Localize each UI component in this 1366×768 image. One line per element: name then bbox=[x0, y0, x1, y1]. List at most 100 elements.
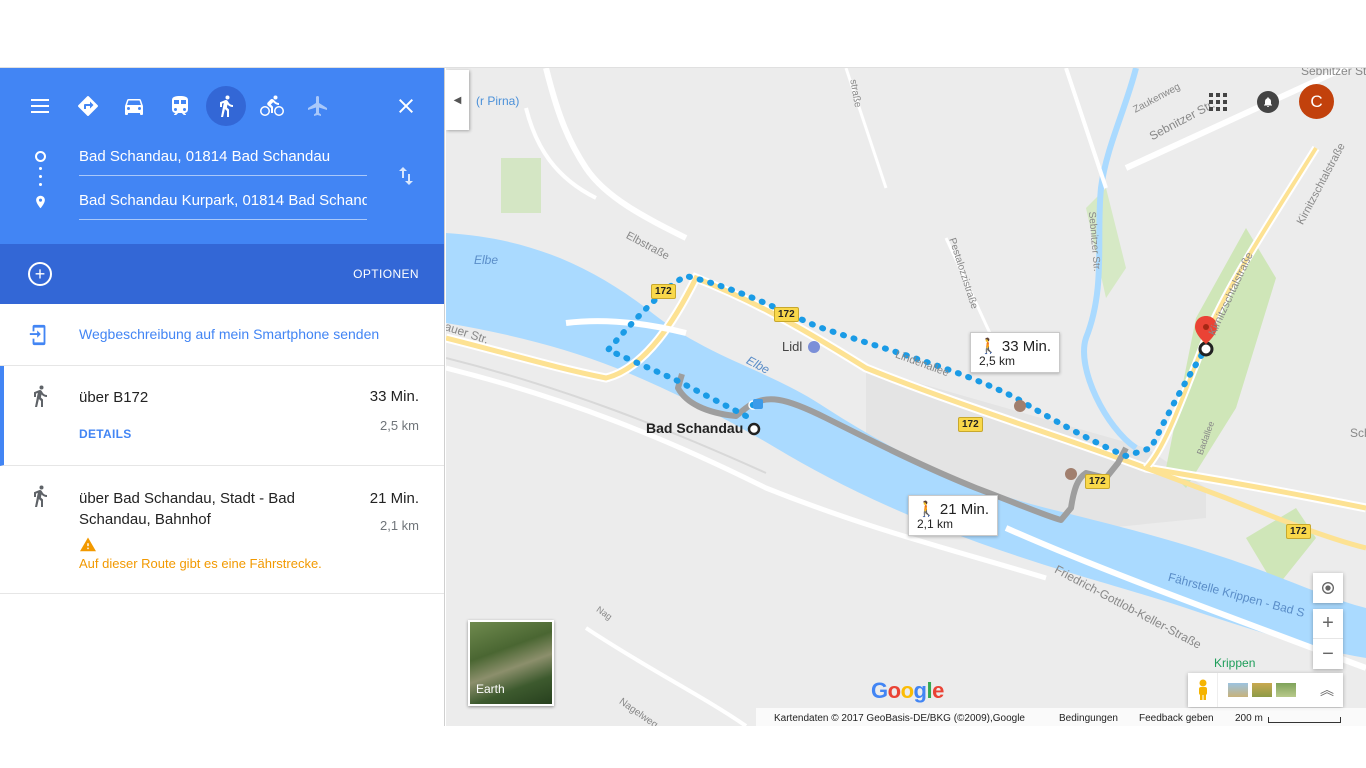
directions-header: Bad Schandau, 01814 Bad Schandau Bad Sch… bbox=[0, 68, 444, 244]
route-box-time: 🚶 21 Min. bbox=[917, 500, 989, 518]
map-label: Sch bbox=[1350, 426, 1366, 440]
options-bar: + OPTIONEN bbox=[0, 244, 444, 304]
route-box-duration: 21 Min. bbox=[939, 501, 990, 518]
road-shield-172: 172 bbox=[1085, 474, 1110, 489]
route-box-distance: 2,5 km bbox=[979, 354, 1016, 368]
logo-letter: o bbox=[887, 678, 901, 703]
route-option-2[interactable]: über Bad Schandau, Stadt - Bad Schandau,… bbox=[0, 466, 444, 594]
zoom-control: + − bbox=[1313, 609, 1343, 669]
zoom-out-button[interactable]: − bbox=[1313, 639, 1343, 669]
scale-label: 200 m bbox=[1235, 713, 1263, 724]
earth-label: Earth bbox=[476, 682, 505, 696]
map-canvas[interactable]: ◀ (r Pirna) Sebnitzer Str. Zaukenweg Seb… bbox=[446, 68, 1366, 726]
train-icon bbox=[172, 96, 188, 115]
map-footer: Kartendaten © 2017 GeoBasis-DE/BKG (©200… bbox=[446, 708, 1366, 726]
ferry-warning-text: Auf dieser Route gibt es eine Fährstreck… bbox=[79, 556, 322, 571]
map-attribution: Kartendaten © 2017 GeoBasis-DE/BKG (©200… bbox=[774, 713, 1025, 724]
route-dot bbox=[39, 183, 42, 186]
map-label: Sebnitzer Str. bbox=[1301, 68, 1366, 78]
notifications-bell-icon[interactable] bbox=[1257, 91, 1279, 113]
road-shield-172: 172 bbox=[774, 307, 799, 322]
menu-button[interactable] bbox=[20, 86, 60, 126]
map-label: Elbe bbox=[474, 253, 499, 267]
collapse-panel-button[interactable]: ◀ bbox=[446, 70, 469, 130]
google-maps-window: Bad Schandau, 01814 Bad Schandau Bad Sch… bbox=[0, 0, 1366, 768]
walking-icon bbox=[28, 484, 52, 508]
route-title: über Bad Schandau, Stadt - Bad Schandau,… bbox=[79, 490, 295, 528]
route-box-walk-33[interactable]: 🚶 33 Min. 2,5 km bbox=[970, 332, 1061, 373]
origin-input[interactable]: Bad Schandau, 01814 Bad Schandau bbox=[79, 146, 367, 176]
imagery-thumb[interactable] bbox=[1228, 683, 1248, 697]
add-destination-icon[interactable]: + bbox=[28, 262, 52, 286]
my-location-button[interactable] bbox=[1313, 573, 1343, 603]
destination-input[interactable]: Bad Schandau Kurpark, 01814 Bad Schandau bbox=[79, 190, 367, 220]
map-label: Lidl bbox=[782, 339, 803, 354]
my-location-icon bbox=[1322, 582, 1334, 594]
close-directions-button[interactable] bbox=[386, 86, 426, 126]
map-label: Bad Schandau bbox=[646, 420, 744, 436]
send-to-phone-row[interactable]: Wegbeschreibung auf mein Smartphone send… bbox=[0, 304, 444, 366]
apps-grid-icon[interactable] bbox=[1208, 92, 1228, 112]
mode-cycling-button[interactable] bbox=[252, 86, 292, 126]
mode-best-button[interactable] bbox=[68, 86, 108, 126]
menu-icon bbox=[31, 99, 49, 113]
logo-letter: g bbox=[913, 678, 927, 703]
map-graphics bbox=[446, 68, 1366, 726]
walking-icon bbox=[220, 95, 233, 117]
pegman-button[interactable] bbox=[1188, 673, 1218, 707]
car-icon bbox=[125, 99, 143, 115]
google-logo: Google bbox=[871, 678, 944, 704]
directions-diamond-icon bbox=[78, 96, 98, 116]
destination-pin-icon bbox=[36, 195, 45, 209]
map-label: (r Pirna) bbox=[476, 94, 520, 108]
warning-icon bbox=[80, 537, 96, 552]
mode-transit-button[interactable] bbox=[160, 86, 200, 126]
walking-icon bbox=[28, 384, 52, 408]
walking-icon: 🚶 bbox=[979, 338, 998, 355]
route-distance: 2,5 km bbox=[379, 418, 419, 433]
route-box-time: 🚶 33 Min. bbox=[979, 337, 1051, 355]
logo-letter: G bbox=[871, 678, 888, 703]
directions-sidebar: Bad Schandau, 01814 Bad Schandau Bad Sch… bbox=[0, 68, 445, 726]
scale-bar bbox=[1268, 717, 1341, 723]
origin-circle-icon bbox=[35, 151, 46, 162]
route-distance: 2,1 km bbox=[379, 518, 419, 533]
expand-imagery-icon[interactable]: ︽ bbox=[1320, 680, 1334, 700]
route-title: über B172 bbox=[79, 389, 149, 406]
close-icon bbox=[399, 99, 413, 113]
imagery-thumb[interactable] bbox=[1276, 683, 1296, 697]
walking-icon: 🚶 bbox=[917, 501, 936, 518]
mode-driving-button[interactable] bbox=[114, 86, 154, 126]
terms-link[interactable]: Bedingungen bbox=[1059, 713, 1118, 724]
swap-icon[interactable] bbox=[394, 164, 418, 188]
zoom-in-button[interactable]: + bbox=[1313, 609, 1343, 639]
browser-top-blank bbox=[0, 0, 1366, 68]
route-box-walk-21[interactable]: 🚶 21 Min. 2,1 km bbox=[908, 495, 999, 536]
airplane-icon bbox=[308, 96, 327, 116]
bicycle-icon bbox=[260, 95, 284, 116]
send-to-phone-link[interactable]: Wegbeschreibung auf mein Smartphone send… bbox=[79, 326, 379, 342]
earth-view-toggle[interactable]: Earth bbox=[468, 620, 554, 706]
options-button[interactable]: OPTIONEN bbox=[353, 267, 419, 281]
imagery-strip: ︽ bbox=[1188, 673, 1343, 707]
logo-letter: e bbox=[932, 678, 944, 703]
route-dot bbox=[39, 175, 42, 178]
send-to-phone-icon bbox=[29, 324, 46, 346]
mode-walking-button[interactable] bbox=[206, 86, 246, 126]
account-avatar[interactable]: C bbox=[1299, 84, 1334, 119]
route-duration: 33 Min. bbox=[369, 388, 419, 405]
imagery-thumb[interactable] bbox=[1252, 683, 1272, 697]
mode-flight-button[interactable] bbox=[298, 86, 338, 126]
logo-letter: o bbox=[900, 678, 914, 703]
feedback-link[interactable]: Feedback geben bbox=[1139, 713, 1214, 724]
road-shield-172: 172 bbox=[651, 284, 676, 299]
route-box-duration: 33 Min. bbox=[1001, 338, 1052, 355]
pegman-icon bbox=[1198, 679, 1207, 700]
route-duration: 21 Min. bbox=[369, 490, 419, 507]
road-shield-172: 172 bbox=[1286, 524, 1311, 539]
details-link[interactable]: DETAILS bbox=[79, 427, 132, 441]
route-dot bbox=[39, 167, 42, 170]
route-option-1[interactable]: über B172 33 Min. 2,5 km DETAILS bbox=[0, 366, 444, 466]
road-shield-172: 172 bbox=[958, 417, 983, 432]
route-box-distance: 2,1 km bbox=[917, 517, 954, 531]
